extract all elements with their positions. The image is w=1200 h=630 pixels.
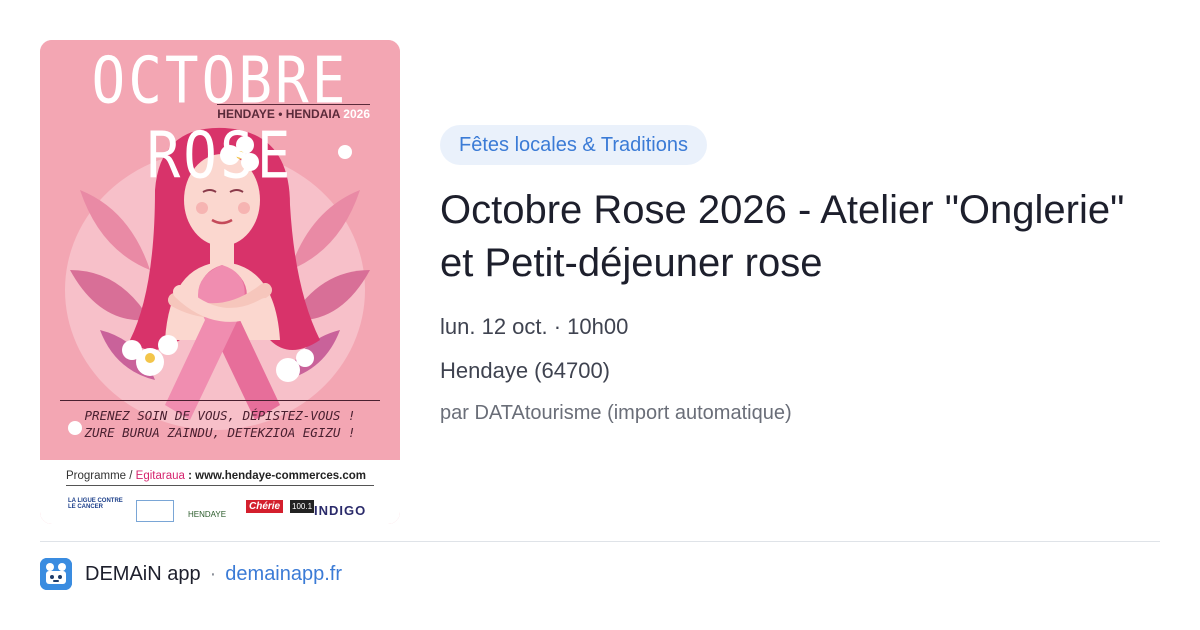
event-location: Hendaye (64700) (440, 358, 611, 383)
event-date: lun. 12 oct. · 10h00 (440, 314, 629, 339)
poster-program-url: : www.hendaye-commerces.com (188, 470, 366, 482)
app-logo-icon (40, 558, 72, 590)
sponsor-cherie-logo: Chérie (246, 500, 284, 513)
poster-program-line: Programme / Egitaraua : www.hendaye-comm… (66, 470, 374, 486)
sponsor-hendaye-logo: HENDAYE (188, 510, 227, 519)
event-source: par DATAtourisme (import automatique) (440, 402, 792, 424)
poster-artwork: OCTOBRE ROSE HENDAYE • HENDAIA 2026 PREN… (40, 40, 400, 460)
footer-divider (40, 541, 1160, 542)
poster-slogan-fr: PRENEZ SOIN DE VOUS, DÉPISTEZ-VOUS ! (84, 408, 356, 423)
poster-sponsors: LA LIGUE CONTRE LE CANCER HENDAYE Chérie… (68, 498, 378, 522)
category-badge[interactable]: Fêtes locales & Traditions (440, 125, 707, 165)
poster-program-label: Programme (66, 470, 127, 482)
sponsor-ligue-logo: LA LIGUE CONTRE LE CANCER (68, 498, 123, 510)
app-domain-link[interactable]: demainapp.fr (225, 563, 342, 586)
sponsor-box-logo (136, 500, 174, 522)
poster-program-label-eu: Egitaraua (135, 470, 185, 482)
app-name: DEMAiN app (85, 562, 201, 585)
poster-subtitle: HENDAYE • HENDAIA 2026 (217, 104, 370, 121)
poster-year: 2026 (343, 107, 370, 121)
event-poster-image[interactable]: OCTOBRE ROSE HENDAYE • HENDAIA 2026 PREN… (40, 40, 400, 524)
poster-slogan: PRENEZ SOIN DE VOUS, DÉPISTEZ-VOUS ! ZUR… (60, 400, 380, 441)
sponsor-cherie-freq: 100.1 (290, 500, 315, 513)
event-title[interactable]: Octobre Rose 2026 - Atelier "Onglerie" e… (440, 184, 1140, 290)
poster-footer: Programme / Egitaraua : www.hendaye-comm… (40, 460, 400, 524)
footer-separator: · (209, 562, 217, 585)
poster-city: HENDAYE • HENDAIA (217, 107, 340, 121)
sponsor-indigo-logo: INDIGO (314, 503, 367, 518)
site-footer: DEMAiN app · demainapp.fr (40, 557, 342, 591)
poster-slogan-eu: ZURE BURUA ZAINDU, DETEKZIOA EGIZU ! (84, 425, 356, 440)
